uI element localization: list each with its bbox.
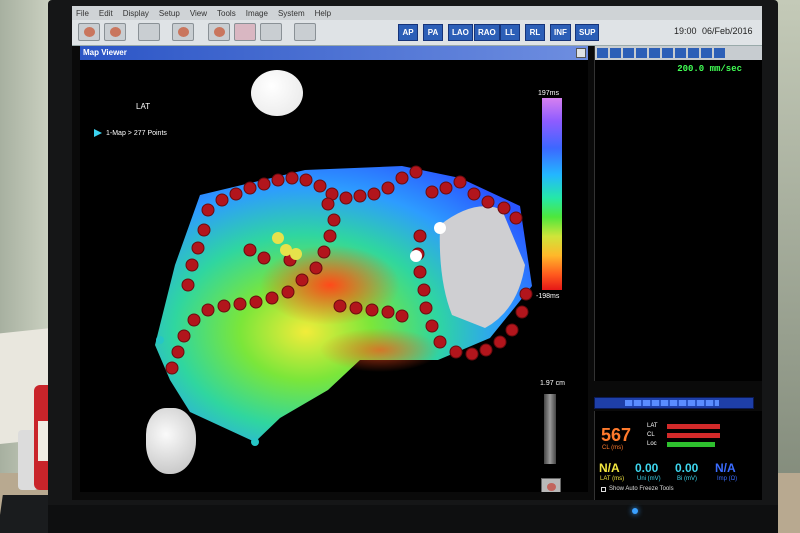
map-viewer-panel[interactable]: LAT 1-Map > 277 Points 197ms -198ms 1.97… xyxy=(80,60,588,492)
tool-icon-9[interactable] xyxy=(701,48,712,58)
menu-system[interactable]: System xyxy=(278,9,305,18)
color-scale-min: -198ms xyxy=(536,293,560,300)
tool-icon-8[interactable] xyxy=(688,48,699,58)
camera-icon[interactable] xyxy=(294,23,316,41)
imp-value: N/A xyxy=(715,461,736,475)
heart-mesh-icon[interactable] xyxy=(208,23,230,41)
view-rl-button[interactable]: RL xyxy=(525,24,545,41)
bi-value: 0.00 xyxy=(675,461,699,475)
lat-bar xyxy=(667,424,720,429)
heart-compare-icon[interactable] xyxy=(104,23,126,41)
map-viewer-title: Map Viewer xyxy=(83,48,127,57)
tool-icon-10[interactable] xyxy=(714,48,725,58)
stats-panel: 567 CL (ms) LAT CL Loc N/A 0.00 0.00 N/A… xyxy=(594,411,762,500)
main-toolbar: AP PA LAO RAO LL RL INF SUP 19:00 06/Feb… xyxy=(72,20,762,46)
lat-value: N/A xyxy=(599,461,620,475)
view-lao-button[interactable]: LAO xyxy=(448,24,473,41)
heart-map-icon[interactable] xyxy=(78,23,100,41)
map-viewer-title-bar: Map Viewer xyxy=(80,46,588,60)
photo-scene: File Edit Display Setup View Tools Image… xyxy=(0,0,800,533)
heart-point-icon[interactable] xyxy=(172,23,194,41)
loc-bar xyxy=(667,442,715,447)
menu-display[interactable]: Display xyxy=(123,9,149,18)
cl-bar xyxy=(667,433,720,438)
grid-icon[interactable] xyxy=(234,23,256,41)
clock-time: 19:00 xyxy=(674,26,697,36)
tool-icon-1[interactable] xyxy=(597,48,608,58)
monitor-bezel-bottom xyxy=(48,505,778,533)
early-activation-region xyxy=(260,245,400,325)
view-ap-button[interactable]: AP xyxy=(398,24,418,41)
signal-toolbar xyxy=(595,46,762,60)
view-ll-button[interactable]: LL xyxy=(500,24,520,41)
tool-icon-3[interactable] xyxy=(623,48,634,58)
view-sup-button[interactable]: SUP xyxy=(575,24,600,41)
lat-color-scale xyxy=(542,98,562,290)
power-led-icon xyxy=(632,508,638,514)
heart-reset-icon[interactable] xyxy=(541,478,561,492)
auto-freeze-checkbox[interactable]: Show Auto Freeze Tools xyxy=(601,486,674,492)
activation-region-2 xyxy=(320,328,440,372)
distance-readout: 1.97 cm xyxy=(540,380,565,387)
uni-value: 0.00 xyxy=(635,461,659,475)
tool-icon-6[interactable] xyxy=(662,48,673,58)
menu-image[interactable]: Image xyxy=(246,9,268,18)
auto-freeze-label: Show Auto Freeze Tools xyxy=(609,486,674,492)
lat-unit-label: LAT (ms) xyxy=(600,476,625,482)
menu-setup[interactable]: Setup xyxy=(159,9,180,18)
bi-unit-label: Bi (mV) xyxy=(677,476,697,482)
screen-capture-icon[interactable] xyxy=(260,23,282,41)
loc-bar-label: Loc xyxy=(647,441,657,447)
cl-bar-label: CL xyxy=(647,432,655,438)
monitor-screen: File Edit Display Setup View Tools Image… xyxy=(72,6,762,500)
tool-icon-4[interactable] xyxy=(636,48,647,58)
menu-file[interactable]: File xyxy=(76,9,89,18)
tool-icon-7[interactable] xyxy=(675,48,686,58)
close-icon[interactable] xyxy=(576,48,586,58)
menu-bar: File Edit Display Setup View Tools Image… xyxy=(72,6,762,20)
menu-tools[interactable]: Tools xyxy=(217,9,236,18)
view-rao-button[interactable]: RAO xyxy=(474,24,500,41)
menu-help[interactable]: Help xyxy=(315,9,331,18)
signal-panel[interactable]: 200.0 mm/sec xyxy=(594,46,762,381)
menu-edit[interactable]: Edit xyxy=(99,9,113,18)
tool-icon-5[interactable] xyxy=(649,48,660,58)
lat-bar-label: LAT xyxy=(647,423,658,429)
checkbox-icon[interactable] xyxy=(601,486,606,492)
clock-date: 06/Feb/2016 xyxy=(702,26,753,36)
cl-label: CL (ms) xyxy=(602,445,624,451)
sweep-speed: 200.0 mm/sec xyxy=(677,64,742,74)
cl-value: 567 xyxy=(601,425,632,445)
layout-icon[interactable] xyxy=(138,23,160,41)
menu-view[interactable]: View xyxy=(190,9,207,18)
color-scale-max: 197ms xyxy=(538,90,560,97)
heart-model-thumbnail[interactable] xyxy=(146,408,196,474)
imp-unit-label: Imp (Ω) xyxy=(717,476,738,482)
view-pa-button[interactable]: PA xyxy=(423,24,443,41)
zoom-slider[interactable] xyxy=(544,394,556,464)
tool-icon-2[interactable] xyxy=(610,48,621,58)
uni-unit-label: Uni (mV) xyxy=(637,476,661,482)
timeline-scroll-bar[interactable] xyxy=(594,397,754,409)
view-inf-button[interactable]: INF xyxy=(550,24,571,41)
